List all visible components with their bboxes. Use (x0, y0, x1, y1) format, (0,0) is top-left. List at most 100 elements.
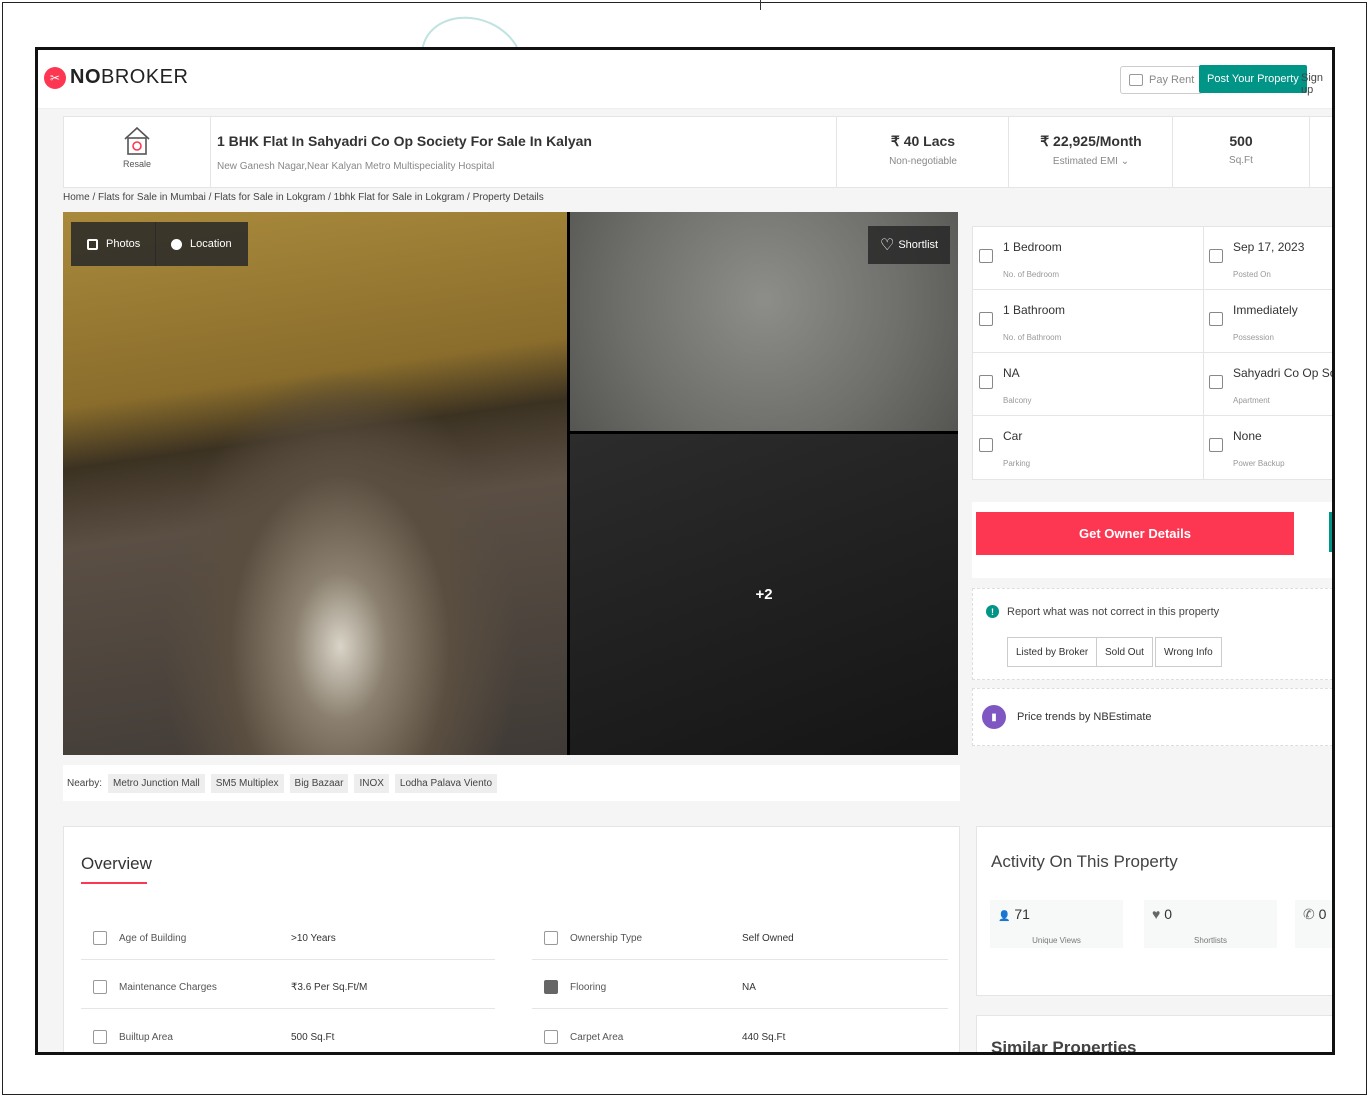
views-value: 71 (1014, 906, 1030, 922)
camera-icon (87, 238, 98, 250)
breadcrumb[interactable]: Home / Flats for Sale in Mumbai / Flats … (63, 192, 544, 203)
building-icon (1209, 375, 1223, 389)
grid-icon (544, 980, 558, 994)
heart-icon: ♥ (1152, 906, 1161, 922)
activity-contacts: ✆ 0 (1295, 900, 1332, 948)
balcony-icon (979, 375, 993, 389)
activity-views: 👤 71 Unique Views (990, 900, 1123, 948)
spec-label: No. of Bathroom (1003, 333, 1062, 342)
chart-icon: ▮ (982, 705, 1006, 729)
spec-label: Power Backup (1233, 459, 1285, 468)
shortlist-button[interactable]: ♡ Shortlist (868, 226, 951, 264)
spec-value: Sep 17, 2023 (1233, 240, 1305, 254)
secondary-button-edge[interactable] (1329, 512, 1332, 552)
pay-rent-label: Pay Rent (1149, 74, 1195, 86)
emi-cell[interactable]: ₹ 22,925/Month Estimated EMI ⌄ (1008, 117, 1173, 187)
main-photo[interactable] (63, 212, 567, 755)
spec-value: NA (1003, 366, 1020, 380)
spec-label: Parking (1003, 459, 1031, 468)
top-tick (760, 0, 761, 10)
price-trend-label: Price trends by NBEstimate (1017, 711, 1152, 723)
overview-value: ₹3.6 Per Sq.Ft/M (291, 982, 368, 993)
nearby-chip[interactable]: SM5 Multiplex (210, 773, 284, 793)
report-text: Report what was not correct in this prop… (1007, 606, 1220, 618)
spec-label: Posted On (1233, 270, 1271, 279)
overview-section: Overview Age of Building >10 Years Owner… (63, 826, 960, 1052)
photos-button[interactable]: Photos (71, 222, 157, 266)
spec-power-backup: None Power Backup (1203, 416, 1332, 478)
heart-icon: ♡ (880, 237, 895, 254)
key-icon (1209, 312, 1223, 326)
report-box: ! Report what was not correct in this pr… (972, 588, 1332, 680)
overview-value: 440 Sq.Ft (742, 1032, 786, 1043)
building-icon (93, 1030, 107, 1044)
price-trend-box[interactable]: ▮ Price trends by NBEstimate (972, 688, 1332, 746)
photos-label: Photos (106, 238, 141, 250)
listed-by-broker-button[interactable]: Listed by Broker (1007, 637, 1098, 667)
price-cell: ₹ 40 Lacs Non-negotiable (836, 117, 1009, 187)
overview-value: NA (742, 982, 756, 993)
alert-icon: ! (986, 605, 999, 618)
overview-label: Ownership Type (570, 933, 643, 944)
get-owner-details-button[interactable]: Get Owner Details (976, 512, 1294, 555)
cta-section: Get Owner Details (972, 502, 1332, 578)
overview-row: Ownership Type Self Owned (532, 919, 948, 960)
overview-label: Carpet Area (570, 1032, 624, 1043)
bathtub-icon (979, 312, 993, 326)
overview-row: Maintenance Charges ₹3.6 Per Sq.Ft/M (81, 968, 495, 1009)
spec-parking: Car Parking (973, 416, 1203, 478)
sign-up-link[interactable]: Sign up (1301, 72, 1332, 96)
area-value: 500 (1229, 133, 1253, 149)
phone-icon: ✆ (1303, 906, 1315, 922)
site-header: ✂ NO BROKER Pay Rent Post Your Property … (38, 50, 1332, 109)
nearby-label: Nearby: (67, 777, 103, 789)
emi-value: ₹ 22,925/Month (1040, 133, 1142, 149)
resale-badge: Resale (64, 117, 211, 187)
location-button[interactable]: Location (155, 222, 248, 266)
spec-label: Possession (1233, 333, 1274, 342)
calendar-icon (1209, 249, 1223, 263)
person-icon: 👤 (998, 911, 1011, 922)
photo-gallery: +2 Photos Location ♡ Shortlist (63, 212, 958, 755)
nobroker-logo[interactable]: ✂ NO BROKER (44, 66, 188, 89)
spec-bathroom: 1 Bathroom No. of Bathroom (973, 290, 1203, 352)
shortlists-value: 0 (1164, 906, 1172, 922)
views-count: 👤 71 (998, 906, 1030, 922)
tools-icon (93, 980, 107, 994)
overview-title: Overview (81, 854, 152, 873)
overview-label: Flooring (570, 982, 607, 993)
shortlists-label: Shortlists (1194, 936, 1227, 945)
activity-shortlists: ♥ 0 Shortlists (1144, 900, 1277, 948)
overview-row: Builtup Area 500 Sq.Ft (81, 1018, 495, 1052)
post-property-button[interactable]: Post Your Property (1199, 65, 1307, 93)
shortlists-count: ♥ 0 (1152, 906, 1172, 922)
car-icon (979, 438, 993, 452)
sold-out-button[interactable]: Sold Out (1096, 637, 1153, 667)
overview-row: Age of Building >10 Years (81, 919, 495, 960)
overview-value: 500 Sq.Ft (291, 1032, 335, 1043)
wrong-info-button[interactable]: Wrong Info (1155, 637, 1222, 667)
similar-properties-title: Similar Properties (991, 1038, 1137, 1055)
browser-frame: ✂ NO BROKER Pay Rent Post Your Property … (35, 47, 1335, 1055)
property-summary: Resale 1 BHK Flat In Sahyadri Co Op Soci… (63, 116, 1332, 188)
logo-text-no: NO (70, 66, 101, 88)
overview-label: Builtup Area (119, 1032, 173, 1043)
nearby-chip[interactable]: Lodha Palava Viento (394, 773, 498, 793)
property-title: 1 BHK Flat In Sahyadri Co Op Society For… (217, 133, 592, 149)
nearby-chip[interactable]: Metro Junction Mall (108, 773, 205, 793)
spec-posted-on: Sep 17, 2023 Posted On (1203, 227, 1332, 289)
compass-icon (171, 238, 182, 250)
photo-thumbnail-2[interactable]: +2 (570, 434, 958, 755)
spec-label: No. of Bedroom (1003, 270, 1060, 279)
spec-value: Immediately (1233, 303, 1298, 317)
pay-rent-button[interactable]: Pay Rent (1120, 66, 1204, 94)
spec-value: None (1233, 429, 1262, 443)
resale-label: Resale (122, 159, 151, 169)
card-icon (1129, 74, 1143, 86)
nearby-chip[interactable]: Big Bazaar (289, 773, 349, 793)
nearby-chip[interactable]: INOX (354, 773, 389, 793)
property-address: New Ganesh Nagar,Near Kalyan Metro Multi… (217, 161, 495, 172)
shortlist-label: Shortlist (898, 239, 939, 251)
bed-icon (979, 249, 993, 263)
calendar-icon (93, 931, 107, 945)
